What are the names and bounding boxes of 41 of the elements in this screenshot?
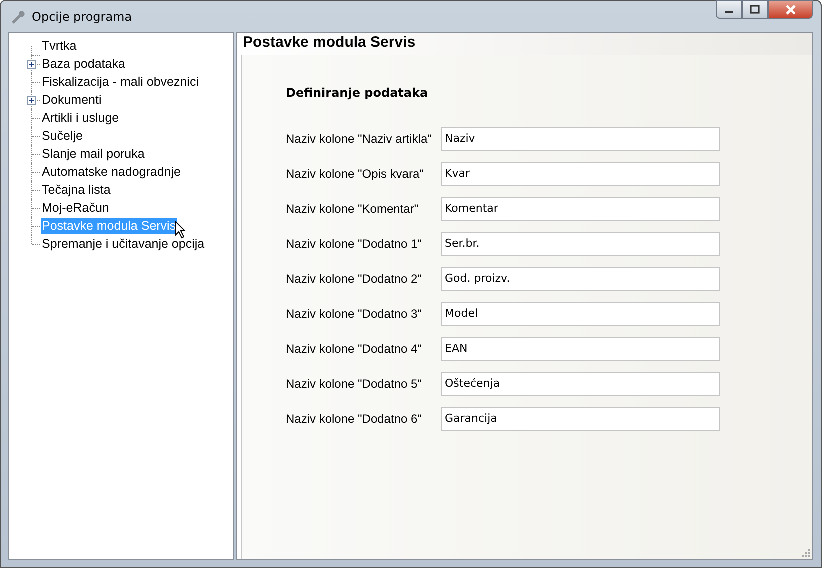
minimize-button[interactable] <box>716 0 742 19</box>
window-title: Opcije programa <box>32 10 132 24</box>
field-label: Naziv kolone "Dodatno 1" <box>286 236 423 250</box>
field-label: Naziv kolone "Dodatno 5" <box>286 376 423 390</box>
close-icon <box>784 4 796 14</box>
field-label: Naziv kolone "Komentar" <box>286 202 420 216</box>
input-field[interactable]: EAN <box>441 336 720 360</box>
field-label: Naziv kolone "Dodatno 6" <box>286 412 423 426</box>
input-field[interactable]: Oštećenja <box>441 372 720 396</box>
field-label: Naziv kolone "Dodatno 4" <box>286 342 423 356</box>
input-field[interactable]: Naziv <box>441 126 720 150</box>
input-field[interactable]: Model <box>441 302 720 326</box>
tree-item[interactable]: Fiskalizacija - mali obveznici <box>41 74 200 90</box>
wrench-icon <box>10 8 26 24</box>
mouse-cursor-icon <box>175 221 188 239</box>
input-field[interactable]: Garancija <box>441 406 720 430</box>
input-field[interactable]: God. proizv. <box>441 266 720 290</box>
tree-item[interactable]: Sučelje <box>41 128 84 144</box>
tree-item[interactable]: Automatske nadogradnje <box>41 164 182 180</box>
section-heading: Definiranje podataka <box>286 86 430 100</box>
tree-item[interactable]: Baza podataka <box>41 56 126 72</box>
tree-item[interactable]: Tvrtka <box>41 38 78 54</box>
tree-item[interactable]: Tečajna lista <box>41 182 112 198</box>
field-label: Naziv kolone "Dodatno 2" <box>286 272 423 286</box>
input-field[interactable]: Ser.br. <box>441 232 720 256</box>
tree-item[interactable]: Dokumenti <box>41 92 103 108</box>
tree-item[interactable]: Artikli i usluge <box>41 110 120 126</box>
expand-icon[interactable] <box>27 96 36 105</box>
close-button[interactable] <box>768 0 813 19</box>
field-label: Naziv kolone "Opis kvara" <box>286 166 425 180</box>
field-label: Naziv kolone "Dodatno 3" <box>286 306 423 320</box>
resize-grip-icon[interactable] <box>801 548 810 557</box>
tree-item[interactable]: Slanje mail poruka <box>41 146 146 162</box>
input-field[interactable]: Komentar <box>441 196 720 220</box>
expand-icon[interactable] <box>27 60 36 69</box>
tree-item[interactable]: Spremanje i učitavanje opcija <box>41 236 206 252</box>
field-label: Naziv kolone "Naziv artikla" <box>286 132 433 146</box>
input-field[interactable]: Kvar <box>441 162 720 186</box>
maximize-button[interactable] <box>742 0 768 19</box>
tree-item[interactable]: Moj-eRačun <box>41 200 110 216</box>
maximize-icon <box>750 5 760 14</box>
